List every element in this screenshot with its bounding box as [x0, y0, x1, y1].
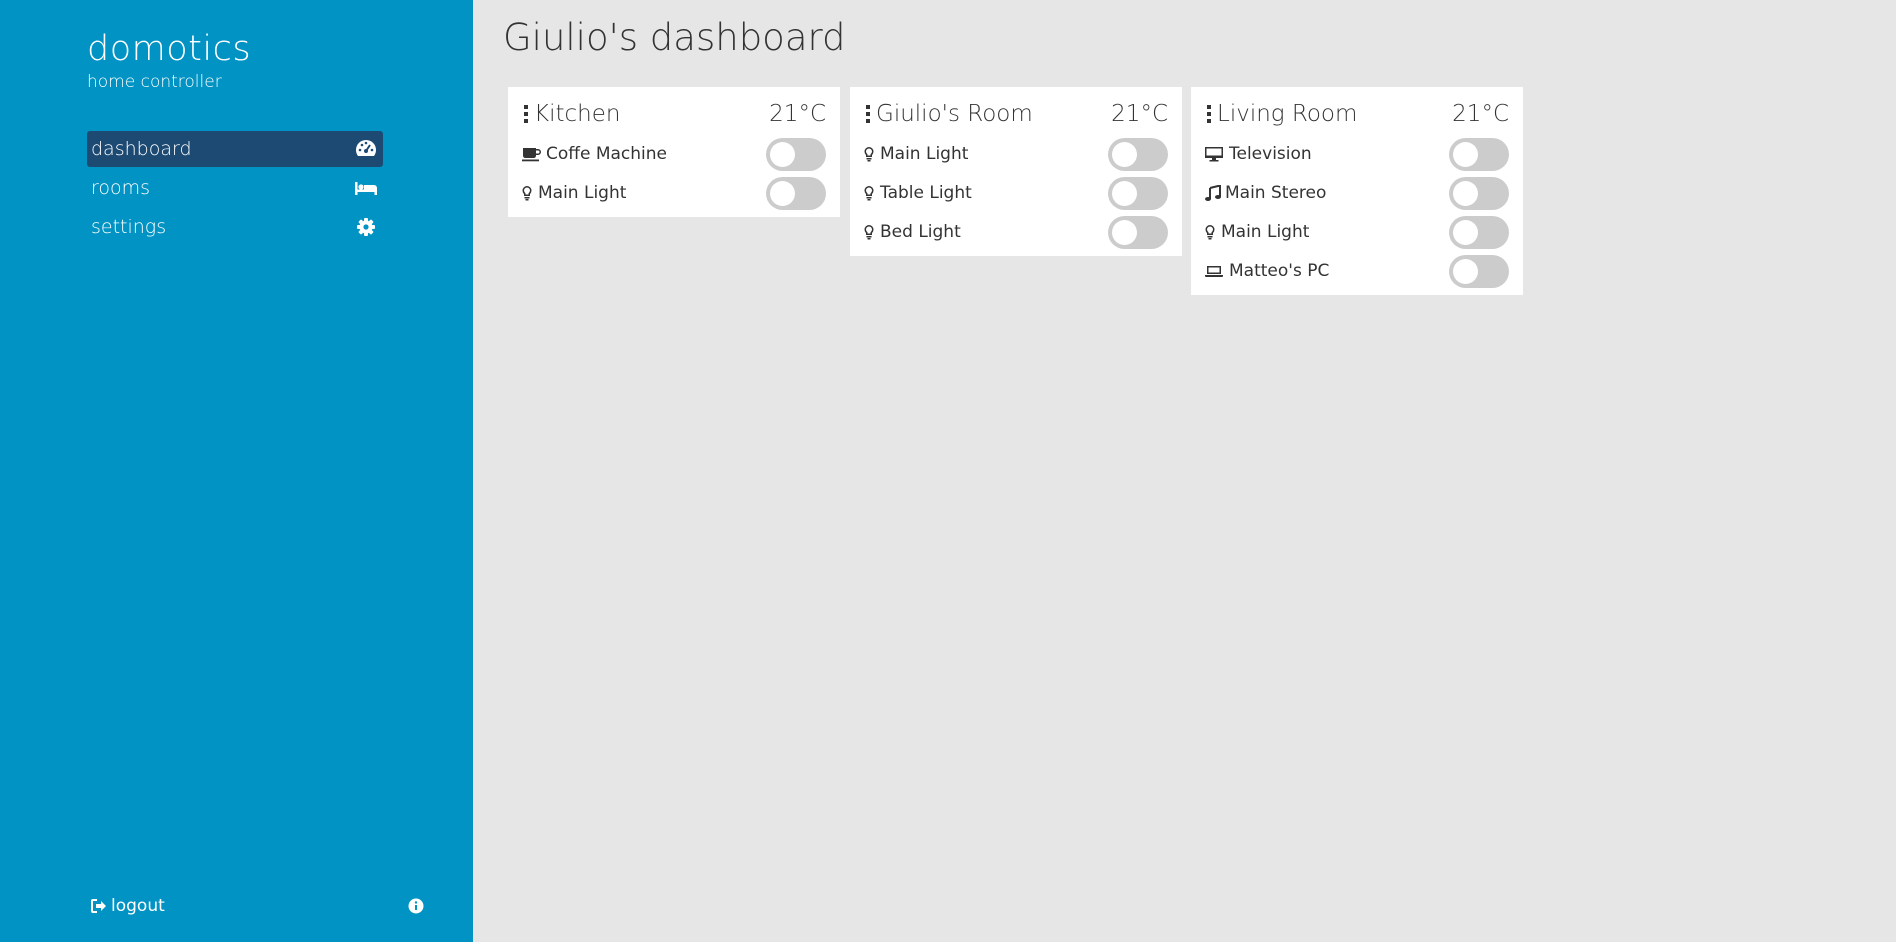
- device-label: Main Light: [880, 144, 969, 164]
- coffee-icon: [522, 146, 542, 162]
- device-row: Main Light: [864, 135, 1168, 174]
- device-row: Matteo's PC: [1205, 252, 1509, 291]
- sidebar: domotics home controller dashboard rooms…: [0, 0, 473, 942]
- toggle-knob: [1453, 259, 1478, 284]
- app: domotics home controller dashboard rooms…: [0, 0, 1896, 942]
- room-name: Kitchen: [534, 101, 621, 127]
- sign-out-icon: [91, 899, 106, 913]
- logout-label: logout: [111, 896, 165, 916]
- drag-handle-icon[interactable]: [864, 104, 872, 124]
- device-label: Main Light: [1221, 222, 1310, 242]
- brand: domotics home controller: [87, 26, 251, 92]
- toggle-knob: [1112, 181, 1137, 206]
- sidebar-item-label: settings: [91, 216, 167, 238]
- room-card-kitchen: Kitchen 21°C Coffe Machine Main Light: [508, 87, 840, 217]
- room-name: Giulio's Room: [876, 101, 1033, 127]
- sidebar-item-label: rooms: [91, 177, 151, 199]
- room-temperature: 21°C: [1452, 101, 1509, 127]
- sidebar-item-label: dashboard: [91, 138, 192, 160]
- brand-title: domotics: [87, 29, 252, 69]
- device-toggle[interactable]: [1449, 177, 1509, 210]
- sidebar-item-rooms[interactable]: rooms: [87, 170, 383, 206]
- device-toggle[interactable]: [1449, 255, 1509, 288]
- laptop-icon: [1205, 263, 1225, 279]
- device-toggle[interactable]: [766, 138, 826, 171]
- device-row: Main Light: [522, 174, 826, 213]
- page-title: Giulio's dashboard: [503, 16, 846, 59]
- drag-handle-icon[interactable]: [522, 104, 530, 124]
- device-toggle[interactable]: [1108, 177, 1168, 210]
- drag-handle-icon[interactable]: [1205, 104, 1213, 124]
- device-row: Bed Light: [864, 213, 1168, 252]
- toggle-knob: [770, 181, 795, 206]
- device-toggle[interactable]: [1108, 138, 1168, 171]
- sidebar-item-dashboard[interactable]: dashboard: [87, 131, 383, 167]
- room-card-header: Giulio's Room 21°C: [864, 97, 1168, 131]
- toggle-knob: [1453, 142, 1478, 167]
- device-toggle[interactable]: [1449, 216, 1509, 249]
- toggle-knob: [1453, 220, 1478, 245]
- monitor-icon: [1205, 146, 1225, 162]
- device-label: Matteo's PC: [1229, 261, 1330, 281]
- sidebar-nav: dashboard rooms settings: [87, 131, 383, 248]
- device-row: Main Light: [1205, 213, 1509, 252]
- device-toggle[interactable]: [1108, 216, 1168, 249]
- main-content: Giulio's dashboard Kitchen 21°C Coffe Ma…: [473, 0, 1896, 942]
- room-card-giulios-room: Giulio's Room 21°C Main Light Table Ligh…: [850, 87, 1182, 256]
- device-toggle[interactable]: [766, 177, 826, 210]
- device-label: Main Light: [538, 183, 627, 203]
- room-temperature: 21°C: [769, 101, 826, 127]
- device-label: Bed Light: [880, 222, 961, 242]
- device-label: Television: [1229, 144, 1312, 164]
- room-card-header: Kitchen 21°C: [522, 97, 826, 131]
- music-icon: [1205, 185, 1225, 201]
- device-row: Main Stereo: [1205, 174, 1509, 213]
- room-temperature: 21°C: [1111, 101, 1168, 127]
- gear-icon: [355, 217, 377, 237]
- device-label: Main Stereo: [1225, 183, 1327, 203]
- tachometer-icon: [355, 139, 377, 159]
- device-label: Table Light: [880, 183, 972, 203]
- device-label: Coffe Machine: [546, 144, 668, 164]
- logout-link[interactable]: logout: [91, 894, 165, 918]
- brand-subtitle: home controller: [87, 72, 222, 92]
- device-row: Television: [1205, 135, 1509, 174]
- toggle-knob: [1112, 142, 1137, 167]
- room-name: Living Room: [1217, 101, 1358, 127]
- toggle-knob: [1112, 220, 1137, 245]
- bed-icon: [355, 178, 377, 198]
- device-row: Table Light: [864, 174, 1168, 213]
- sidebar-item-settings[interactable]: settings: [87, 209, 383, 245]
- device-row: Coffe Machine: [522, 135, 826, 174]
- info-icon[interactable]: [408, 898, 424, 914]
- device-toggle[interactable]: [1449, 138, 1509, 171]
- toggle-knob: [770, 142, 795, 167]
- toggle-knob: [1453, 181, 1478, 206]
- room-card-header: Living Room 21°C: [1205, 97, 1509, 131]
- room-card-living-room: Living Room 21°C Television Main Stereo: [1191, 87, 1523, 295]
